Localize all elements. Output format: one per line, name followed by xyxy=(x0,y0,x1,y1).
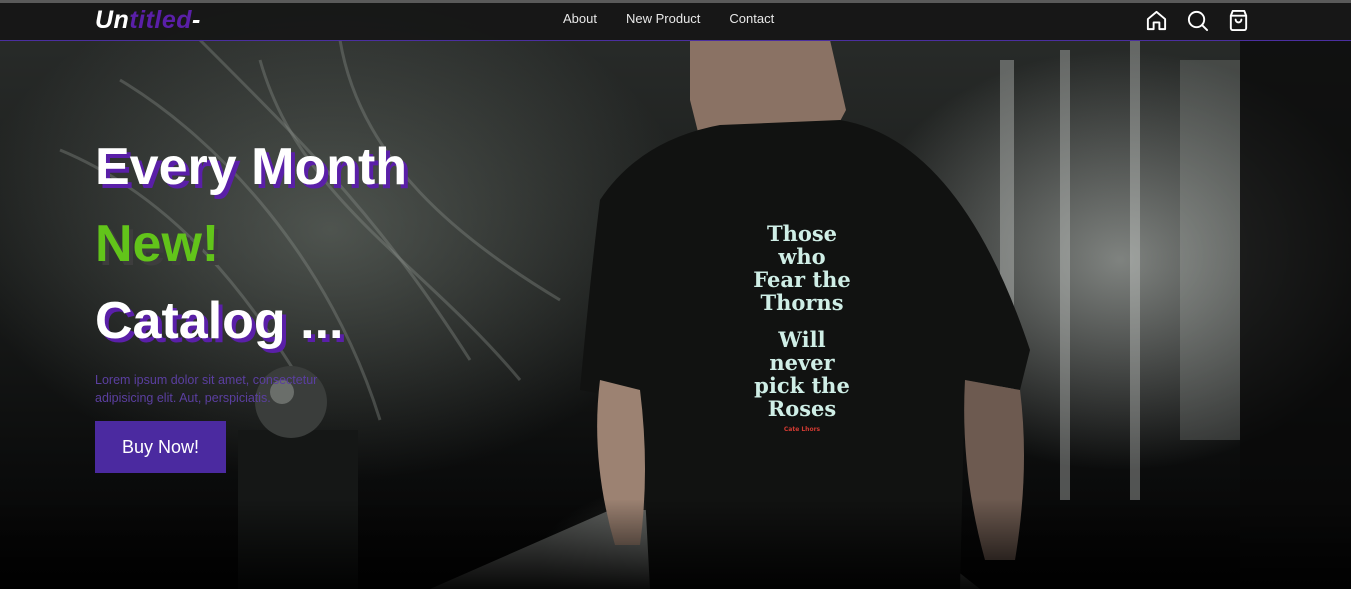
landing-page: Those who Fear the Thorns Will never pic… xyxy=(0,0,1351,589)
hero-headline-line2: New! xyxy=(95,215,220,273)
shirt-print-signature: Cate Lhors xyxy=(783,426,821,433)
shirt-print-line: Fear the xyxy=(753,267,851,292)
home-icon[interactable] xyxy=(1145,9,1168,32)
buy-now-button[interactable]: Buy Now! xyxy=(95,421,226,473)
brand-logo[interactable]: Untitled- xyxy=(95,6,201,35)
shirt-print-line: Those xyxy=(766,221,838,246)
shirt-print-line: Will xyxy=(778,327,826,352)
cart-icon[interactable] xyxy=(1227,9,1250,32)
shirt-print-line: never xyxy=(769,350,835,375)
hero-headline-line3: Catalog ... xyxy=(95,292,344,350)
hero-description: Lorem ipsum dolor sit amet, consectetur … xyxy=(95,373,318,405)
brand-suffix: - xyxy=(192,6,201,34)
hero-bottom-fade xyxy=(0,499,1351,589)
brand-prefix: Un xyxy=(95,6,130,34)
shirt-print-line: pick the xyxy=(754,373,850,398)
brand-accent: titled xyxy=(129,6,193,34)
search-icon[interactable] xyxy=(1186,9,1209,32)
top-navbar: Untitled- About New Product Contact xyxy=(0,0,1351,41)
nav-link-new-product[interactable]: New Product xyxy=(626,11,700,26)
shirt-print-line: Thorns xyxy=(760,290,844,315)
hero-section: Every Month New! Catalog ... Lorem ipsum… xyxy=(95,135,407,473)
main-nav: About New Product Contact xyxy=(563,11,803,26)
shirt-print-line: Roses xyxy=(767,396,837,421)
shirt-print-graphic: Those who Fear the Thorns Will never pic… xyxy=(752,222,852,434)
hero-headline-line1: Every Month xyxy=(95,138,408,196)
shirt-print-line: who xyxy=(778,244,826,269)
nav-link-contact[interactable]: Contact xyxy=(729,11,774,26)
nav-link-about[interactable]: About xyxy=(563,11,597,26)
nav-icon-group xyxy=(1145,9,1250,32)
